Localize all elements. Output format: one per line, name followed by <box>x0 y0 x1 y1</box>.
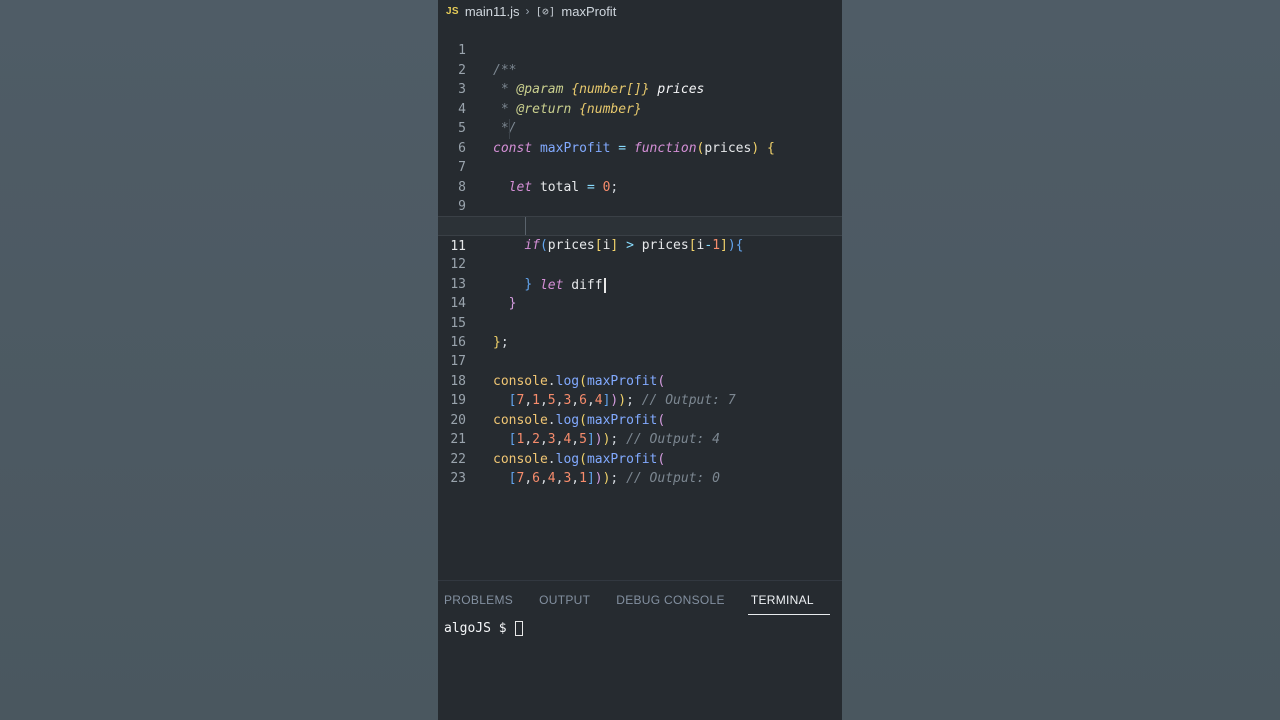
code-line: 15 }; <box>438 294 842 350</box>
code-line: 1 /** <box>438 22 842 77</box>
terminal-cursor <box>514 621 523 636</box>
code-line: 21 console.log(maxProfit( <box>438 411 842 466</box>
tab-output[interactable]: OUTPUT <box>539 581 603 617</box>
editor-text-area[interactable]: 1 /** 2 * @param {number[]} prices 3 * @… <box>438 22 842 486</box>
breadcrumb: JS main11.js › [⊘] maxProfit <box>438 0 842 22</box>
javascript-file-icon: JS <box>446 5 459 17</box>
code-line-current: 11 let diff <box>438 216 842 293</box>
chevron-right-icon: › <box>525 4 530 18</box>
panel-tabs: PROBLEMS OUTPUT DEBUG CONSOLE TERMINAL <box>438 581 842 617</box>
terminal-prompt: algoJS $ <box>444 621 507 636</box>
bottom-panel: PROBLEMS OUTPUT DEBUG CONSOLE TERMINAL a… <box>438 580 842 720</box>
code-line: 12 } <box>438 236 842 291</box>
code-line: 5 const maxProfit = function(prices) { <box>438 100 842 155</box>
breadcrumb-symbol[interactable]: maxProfit <box>561 4 616 19</box>
code-line: 23 <box>438 450 842 486</box>
terminal-area[interactable]: algoJS $ <box>438 621 842 636</box>
tab-debug-console[interactable]: DEBUG CONSOLE <box>616 581 738 617</box>
code-line: 8 <box>438 158 842 195</box>
background-left <box>0 0 438 720</box>
code-line: 7 let total = 0; <box>438 139 842 194</box>
breadcrumb-file[interactable]: main11.js <box>465 4 520 19</box>
code-line: 6 <box>438 119 842 156</box>
code-editor-window: JS main11.js › [⊘] maxProfit 1 /** 2 * @… <box>438 0 842 720</box>
indent-guide <box>509 119 510 139</box>
code-text: [7,6,4,3,1])); // Output: 0 <box>508 471 720 487</box>
code-line: 4 */ <box>438 80 842 136</box>
code-line: 13 } <box>438 255 842 311</box>
code-line: 9 for(let i = 1; i<prices.length; i++){ <box>438 178 842 233</box>
code-line: 14 <box>438 275 842 311</box>
code-line: 20 [1,2,3,4,5])); // Output: 4 <box>438 391 842 447</box>
code-line: 2 * @param {number[]} prices <box>438 41 842 97</box>
code-line: 19 console.log(maxProfit( <box>438 372 842 427</box>
background-right <box>842 0 1280 720</box>
symbol-variable-icon: [⊘] <box>535 4 556 18</box>
tab-problems[interactable]: PROBLEMS <box>444 581 526 617</box>
code-line: 16 <box>438 314 842 350</box>
code-line: 3 * @return {number} <box>438 61 842 116</box>
code-line: 17 console.log(maxProfit( <box>438 333 842 388</box>
code-line: 22 [7,6,4,3,1])); // Output: 0 <box>438 430 842 486</box>
tab-terminal[interactable]: TERMINAL <box>747 581 830 617</box>
code-line: 10 if(prices[i] > prices[i-1]){ <box>438 197 842 252</box>
indent-guide <box>525 217 526 235</box>
line-number: 23 <box>450 471 466 487</box>
code-line: 18 [7,1,5,3,6,4])); // Output: 7 <box>438 352 842 408</box>
